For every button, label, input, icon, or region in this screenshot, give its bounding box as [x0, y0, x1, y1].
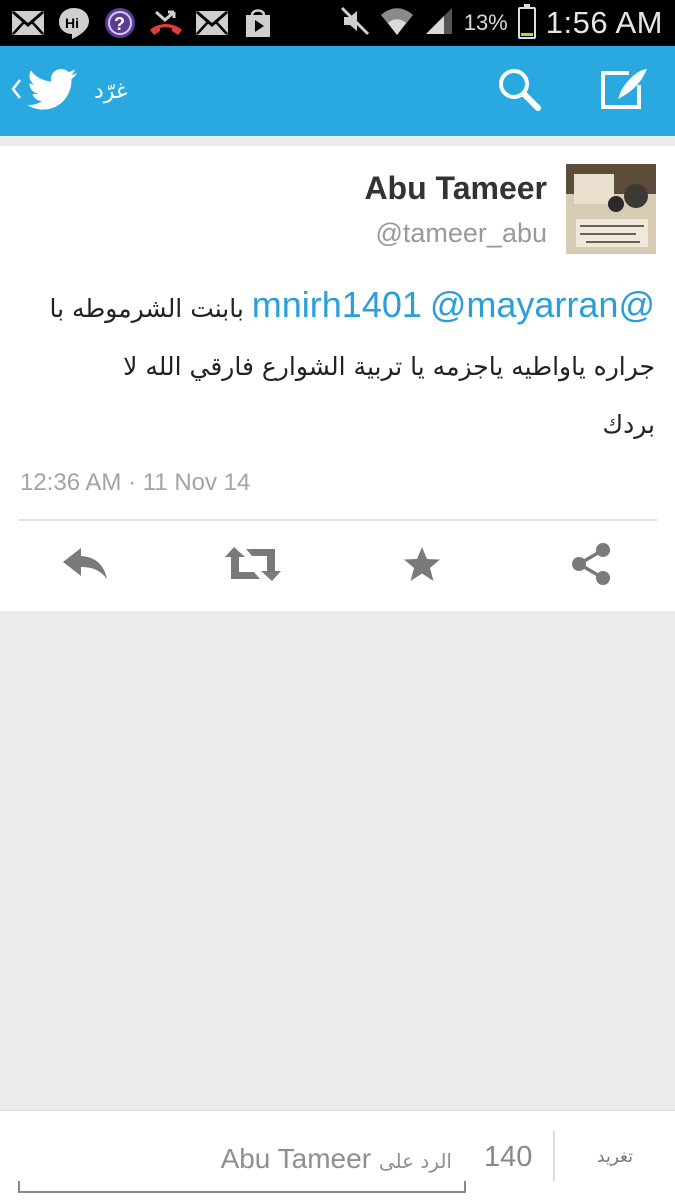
mention-link[interactable]: @mayarran	[430, 284, 619, 325]
reply-input[interactable]: الرد على Abu Tameer	[18, 1139, 466, 1193]
reply-bar: الرد على Abu Tameer 140 تغريد	[0, 1110, 675, 1200]
system-status: 13% 1:56 AM	[340, 0, 663, 46]
share-icon	[569, 542, 613, 590]
share-button[interactable]	[561, 536, 621, 596]
author-handle[interactable]: @tameer_abu	[375, 218, 547, 249]
reply-button[interactable]	[55, 536, 115, 596]
voicemail-icon: ?	[102, 6, 138, 40]
divider	[553, 1131, 555, 1181]
tweet-text: @mnirh1401 @mayarran بابنت الشرموطه با ج…	[20, 276, 655, 454]
battery-percent: 13%	[463, 10, 508, 35]
star-icon	[403, 546, 441, 586]
wifi-icon	[380, 6, 414, 40]
tweet-line-3: بردك	[602, 410, 656, 439]
email-icon	[10, 6, 46, 40]
email-icon	[194, 6, 230, 40]
play-store-icon	[240, 6, 276, 40]
compose-icon	[599, 67, 651, 115]
tweet-detail-card: Abu Tameer @tameer_abu @mnirh1401 @mayar…	[0, 146, 675, 611]
search-icon	[497, 67, 541, 115]
retweet-icon	[224, 545, 282, 587]
author-name[interactable]: Abu Tameer	[364, 170, 547, 207]
screen-title: غرّد	[94, 78, 128, 104]
tweet-button[interactable]: تغريد	[572, 1147, 658, 1167]
battery-icon	[517, 4, 536, 39]
tweet-line-2: جراره ياواطيه ياجزمه يا تربية الشوارع فا…	[123, 352, 655, 381]
compose-button[interactable]	[590, 46, 660, 136]
twitter-bird-icon	[27, 68, 78, 114]
search-button[interactable]	[484, 46, 554, 136]
tweet-line-1: @mnirh1401 @mayarran بابنت الشرموطه با	[20, 276, 655, 338]
missed-call-icon	[148, 6, 184, 40]
status-bar: Hi ? 13% 1:56 AM	[0, 0, 675, 46]
signal-icon	[424, 6, 454, 40]
action-bar: غرّد	[0, 46, 675, 136]
divider	[18, 519, 657, 521]
hangouts-icon: Hi	[56, 6, 92, 40]
svg-text:Hi: Hi	[65, 15, 79, 31]
clock: 1:56 AM	[545, 5, 663, 40]
mute-icon	[340, 6, 370, 40]
chevron-left-icon	[10, 77, 22, 105]
avatar[interactable]	[566, 164, 656, 254]
tweet-timestamp: 12:36 AM · 11 Nov 14	[20, 469, 251, 496]
favorite-button[interactable]	[392, 536, 452, 596]
reply-placeholder-prefix: الرد على	[378, 1149, 452, 1173]
character-counter: 140	[484, 1141, 533, 1173]
tweet-text-fragment: بابنت الشرموطه با	[49, 294, 252, 323]
reply-icon	[61, 546, 109, 586]
svg-text:?: ?	[114, 14, 125, 34]
retweet-button[interactable]	[223, 536, 283, 596]
notification-icons: Hi ?	[10, 6, 276, 40]
reply-placeholder-name: Abu Tameer	[220, 1143, 372, 1174]
tweet-actions	[0, 536, 675, 596]
home-up-button[interactable]: غرّد	[10, 46, 127, 136]
